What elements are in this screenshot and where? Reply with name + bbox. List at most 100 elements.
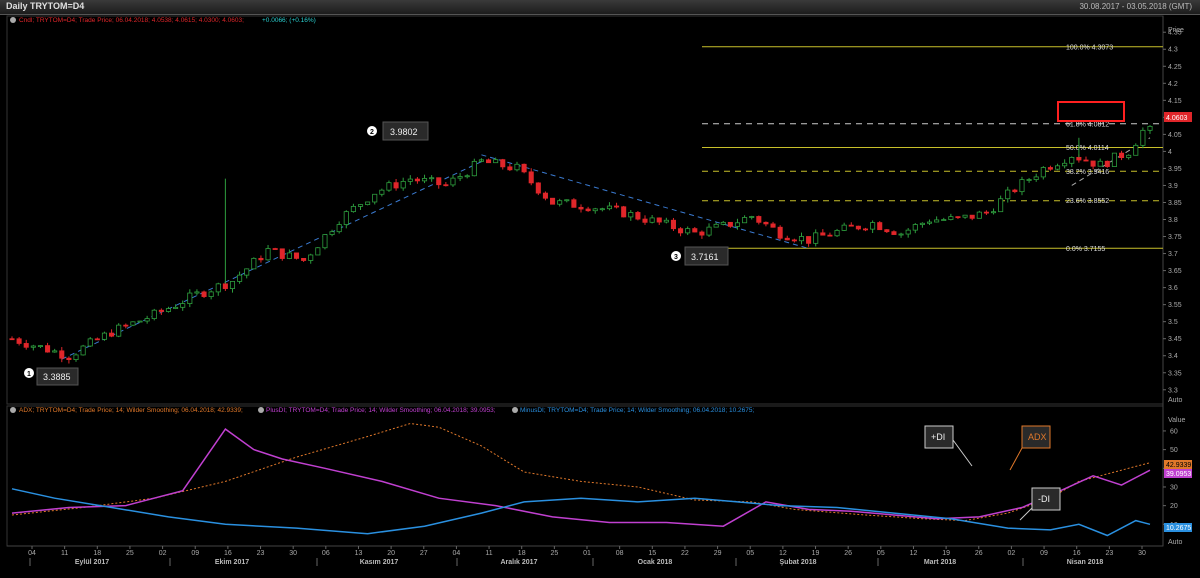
fib-level-label: 100.0% 4.3073 (1066, 44, 1113, 51)
annotation-number: 2 (370, 129, 374, 136)
time-tick-label: 23 (1105, 550, 1113, 557)
price-tick-label: 4.35 (1168, 30, 1182, 37)
minusdi-legend-text: MinusDI; TRYTOM=D4; Trade Price; 14; Wil… (520, 407, 754, 414)
candle-body (286, 252, 292, 259)
candle-body (493, 159, 499, 164)
candle-body (934, 219, 940, 223)
candle-body (407, 178, 413, 182)
annotation-value: 3.7161 (691, 252, 719, 262)
month-label: Mart 2018 (924, 559, 956, 566)
candle-body (400, 180, 406, 189)
candle-body (955, 216, 961, 219)
candle-body (365, 201, 371, 206)
candle-body (1090, 160, 1096, 167)
minusdi-callout-label: -DI (1038, 494, 1050, 504)
candle-body (756, 216, 762, 223)
candle-body (1069, 156, 1075, 164)
candle-body (265, 248, 271, 261)
month-label: Ocak 2018 (638, 559, 673, 566)
time-tick-label: 26 (975, 550, 983, 557)
price-tick-label: 4 (1168, 149, 1172, 156)
candle-body (123, 324, 129, 327)
candle-body (1040, 167, 1046, 178)
minusdi-current: 10.2675 (1166, 525, 1191, 532)
candle-body (1140, 129, 1146, 146)
value-tick-label: 50 (1170, 447, 1178, 454)
candle-body (749, 216, 755, 218)
candle-body (80, 345, 86, 356)
candle-body (784, 237, 790, 241)
candle-body (421, 178, 428, 182)
candle-body (564, 199, 570, 202)
candle-body (798, 236, 805, 242)
annotation-value: 3.3885 (43, 372, 71, 382)
candle-body (386, 182, 392, 191)
time-tick-label: 11 (61, 550, 68, 557)
candle-body (557, 200, 563, 205)
candle-body (891, 231, 897, 235)
candle-body (165, 308, 172, 312)
value-tick-label: 30 (1170, 484, 1178, 491)
price-tick-label: 3.65 (1168, 268, 1182, 275)
candle-body (649, 217, 655, 223)
plusdi-callout-label: +DI (931, 432, 945, 442)
candle-body (535, 182, 541, 194)
legend-icon (258, 407, 264, 413)
candle-body (919, 222, 925, 225)
candle-body (322, 234, 328, 249)
time-tick-label: 19 (812, 550, 820, 557)
candle-body (1012, 189, 1018, 193)
candle-body (87, 338, 93, 347)
candle-body (571, 199, 577, 208)
candle-body (116, 324, 122, 337)
candle-body (436, 177, 442, 186)
time-tick-label: 26 (844, 550, 852, 557)
candle-body (599, 208, 605, 211)
candle-body (1147, 125, 1153, 131)
candle-body (208, 291, 214, 297)
candle-body (841, 224, 847, 231)
candle-body (45, 345, 51, 353)
plusdi-current: 39.0953 (1166, 471, 1191, 478)
candle-body (1076, 156, 1082, 161)
candle-body (308, 254, 314, 261)
month-label: Ekim 2017 (215, 559, 249, 566)
chart-canvas[interactable]: Cndl; TRYTOM=D4; Trade Price; 06.04.2018… (0, 0, 1200, 578)
candle-body (813, 232, 819, 244)
candle-body (379, 189, 385, 195)
candle-body (1111, 152, 1117, 167)
price-panel[interactable] (6, 15, 1164, 405)
indicator-legend: ADX; TRYTOM=D4; Trade Price; 14; Wilder … (10, 407, 754, 414)
candle-body (1097, 160, 1103, 167)
candle-body (52, 350, 58, 353)
candle-body (244, 268, 250, 276)
candle-body (1133, 144, 1139, 156)
candle-body (998, 198, 1004, 213)
candle-body (109, 332, 115, 337)
candle-body (73, 354, 79, 361)
time-axis: 04 11 18 25 02 09 16 23 30 06 13 20 27 04 11 18 25 01 08 15… (7, 545, 1163, 566)
candle-body (699, 231, 705, 236)
value-auto-button[interactable]: Auto (1168, 539, 1183, 546)
candle-body (656, 217, 662, 223)
price-tick-label: 3.4 (1168, 353, 1178, 360)
time-tick-label: 25 (126, 550, 134, 557)
time-tick-label: 12 (779, 550, 787, 557)
candle-body (443, 184, 449, 187)
time-tick-label: 23 (257, 550, 265, 557)
candle-body (350, 205, 356, 213)
candle-body (862, 228, 869, 231)
time-tick-label: 29 (714, 550, 722, 557)
candle-body (450, 177, 456, 186)
price-auto-button[interactable]: Auto (1168, 397, 1183, 404)
time-tick-label: 25 (550, 550, 558, 557)
candle-body (720, 221, 726, 225)
candle-body (578, 206, 584, 210)
candle-body (905, 229, 911, 235)
time-tick-label: 09 (191, 550, 199, 557)
price-tick-label: 4.05 (1168, 132, 1182, 139)
candle-body (464, 175, 470, 178)
candle-body (713, 223, 719, 228)
candle-body (471, 160, 477, 177)
fib-level-label: 50.0% 4.0114 (1066, 145, 1109, 152)
